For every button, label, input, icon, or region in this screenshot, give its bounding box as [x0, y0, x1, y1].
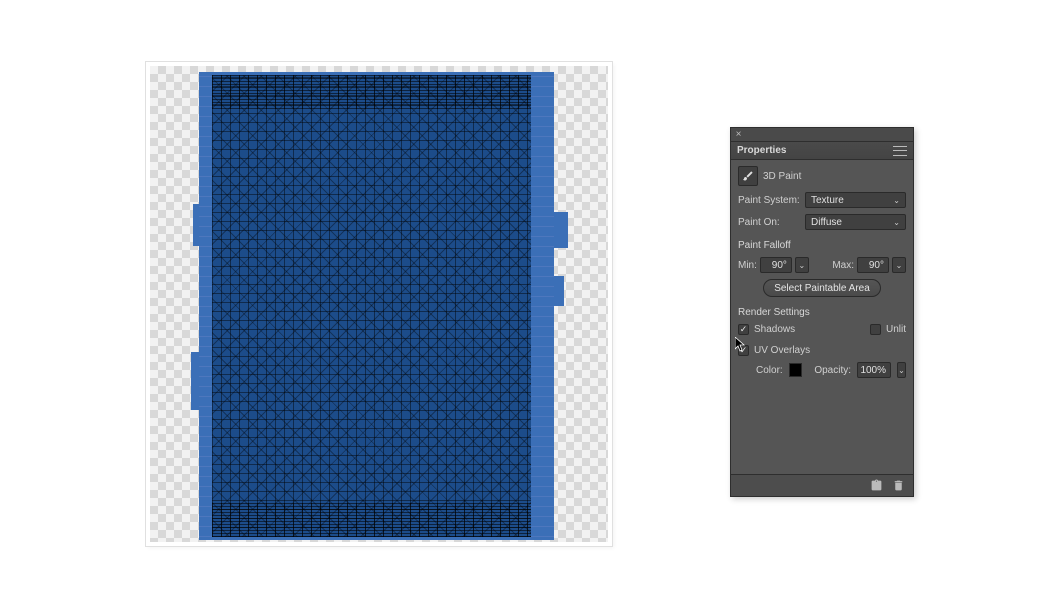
mode-label: 3D Paint: [763, 171, 801, 182]
shadows-group: Shadows: [738, 324, 795, 335]
brush-mode-button[interactable]: [738, 166, 758, 186]
paint-system-value: Texture: [811, 195, 844, 206]
opacity-value: 100%: [860, 365, 886, 376]
opacity-label: Opacity:: [814, 365, 851, 376]
select-paintable-button[interactable]: Select Paintable Area: [763, 279, 881, 297]
color-label: Color:: [756, 365, 783, 376]
uv-protrusion: [193, 204, 199, 246]
color-swatch[interactable]: [789, 363, 803, 377]
panel-spacer: [738, 384, 906, 466]
paint-falloff-heading: Paint Falloff: [738, 240, 906, 251]
paint-on-select[interactable]: Diffuse ⌄: [805, 214, 906, 230]
brush-icon: [742, 170, 754, 182]
min-value: 90°: [772, 260, 787, 271]
max-group: Max: 90° ⌄: [832, 257, 906, 273]
uv-wireframe: [212, 75, 531, 537]
mode-row: 3D Paint: [738, 166, 906, 186]
panel-title: Properties: [737, 145, 786, 156]
min-stepper[interactable]: ⌄: [795, 257, 809, 273]
panel-body: 3D Paint Paint System: Texture ⌄ Paint O…: [731, 160, 913, 474]
panel-tab-bar: Properties: [731, 142, 913, 160]
max-label: Max:: [832, 260, 854, 271]
panel-menu-icon[interactable]: [893, 146, 907, 156]
uv-overlays-label: UV Overlays: [754, 345, 810, 356]
opacity-input[interactable]: 100%: [857, 362, 891, 378]
uv-island: [199, 72, 554, 540]
uv-protrusion: [554, 212, 568, 248]
paint-system-row: Paint System: Texture ⌄: [738, 192, 906, 208]
render-checks-row: Shadows Unlit: [738, 324, 906, 335]
panel-footer: [731, 474, 913, 496]
min-input[interactable]: 90°: [760, 257, 792, 273]
chevron-down-icon: ⌄: [893, 218, 900, 227]
min-group: Min: 90° ⌄: [738, 257, 809, 273]
paint-on-value: Diffuse: [811, 217, 842, 228]
uv-overlays-group: UV Overlays: [738, 345, 906, 356]
properties-panel: × × Properties 3D Paint Paint System: Te…: [730, 127, 914, 497]
min-label: Min:: [738, 260, 757, 271]
max-stepper[interactable]: ⌄: [892, 257, 906, 273]
paint-on-label: Paint On:: [738, 217, 800, 228]
paint-system-label: Paint System:: [738, 195, 800, 206]
panel-titlebar[interactable]: × ×: [731, 128, 913, 142]
paint-system-select[interactable]: Texture ⌄: [805, 192, 906, 208]
unlit-checkbox[interactable]: [870, 324, 881, 335]
close-icon[interactable]: ×: [734, 130, 743, 139]
uv-overlays-checkbox[interactable]: [738, 345, 749, 356]
max-value: 90°: [869, 260, 884, 271]
uv-overlay-settings-row: Color: Opacity: 100% ⌄: [738, 362, 906, 378]
uv-protrusion: [554, 276, 564, 306]
falloff-row: Min: 90° ⌄ Max: 90° ⌄: [738, 257, 906, 273]
canvas-area[interactable]: [146, 62, 612, 546]
uv-edge-right: [531, 75, 554, 537]
shadows-label: Shadows: [754, 324, 795, 335]
paint-on-row: Paint On: Diffuse ⌄: [738, 214, 906, 230]
unlit-group: Unlit: [870, 324, 906, 335]
uv-edge-left: [199, 75, 212, 537]
opacity-stepper[interactable]: ⌄: [897, 362, 906, 378]
render-settings-heading: Render Settings: [738, 307, 906, 318]
unlit-label: Unlit: [886, 324, 906, 335]
chevron-down-icon: ⌄: [893, 196, 900, 205]
shadows-checkbox[interactable]: [738, 324, 749, 335]
delete-icon[interactable]: [891, 479, 905, 493]
uv-protrusion: [191, 352, 199, 410]
new-preset-icon[interactable]: [869, 479, 883, 493]
max-input[interactable]: 90°: [857, 257, 889, 273]
